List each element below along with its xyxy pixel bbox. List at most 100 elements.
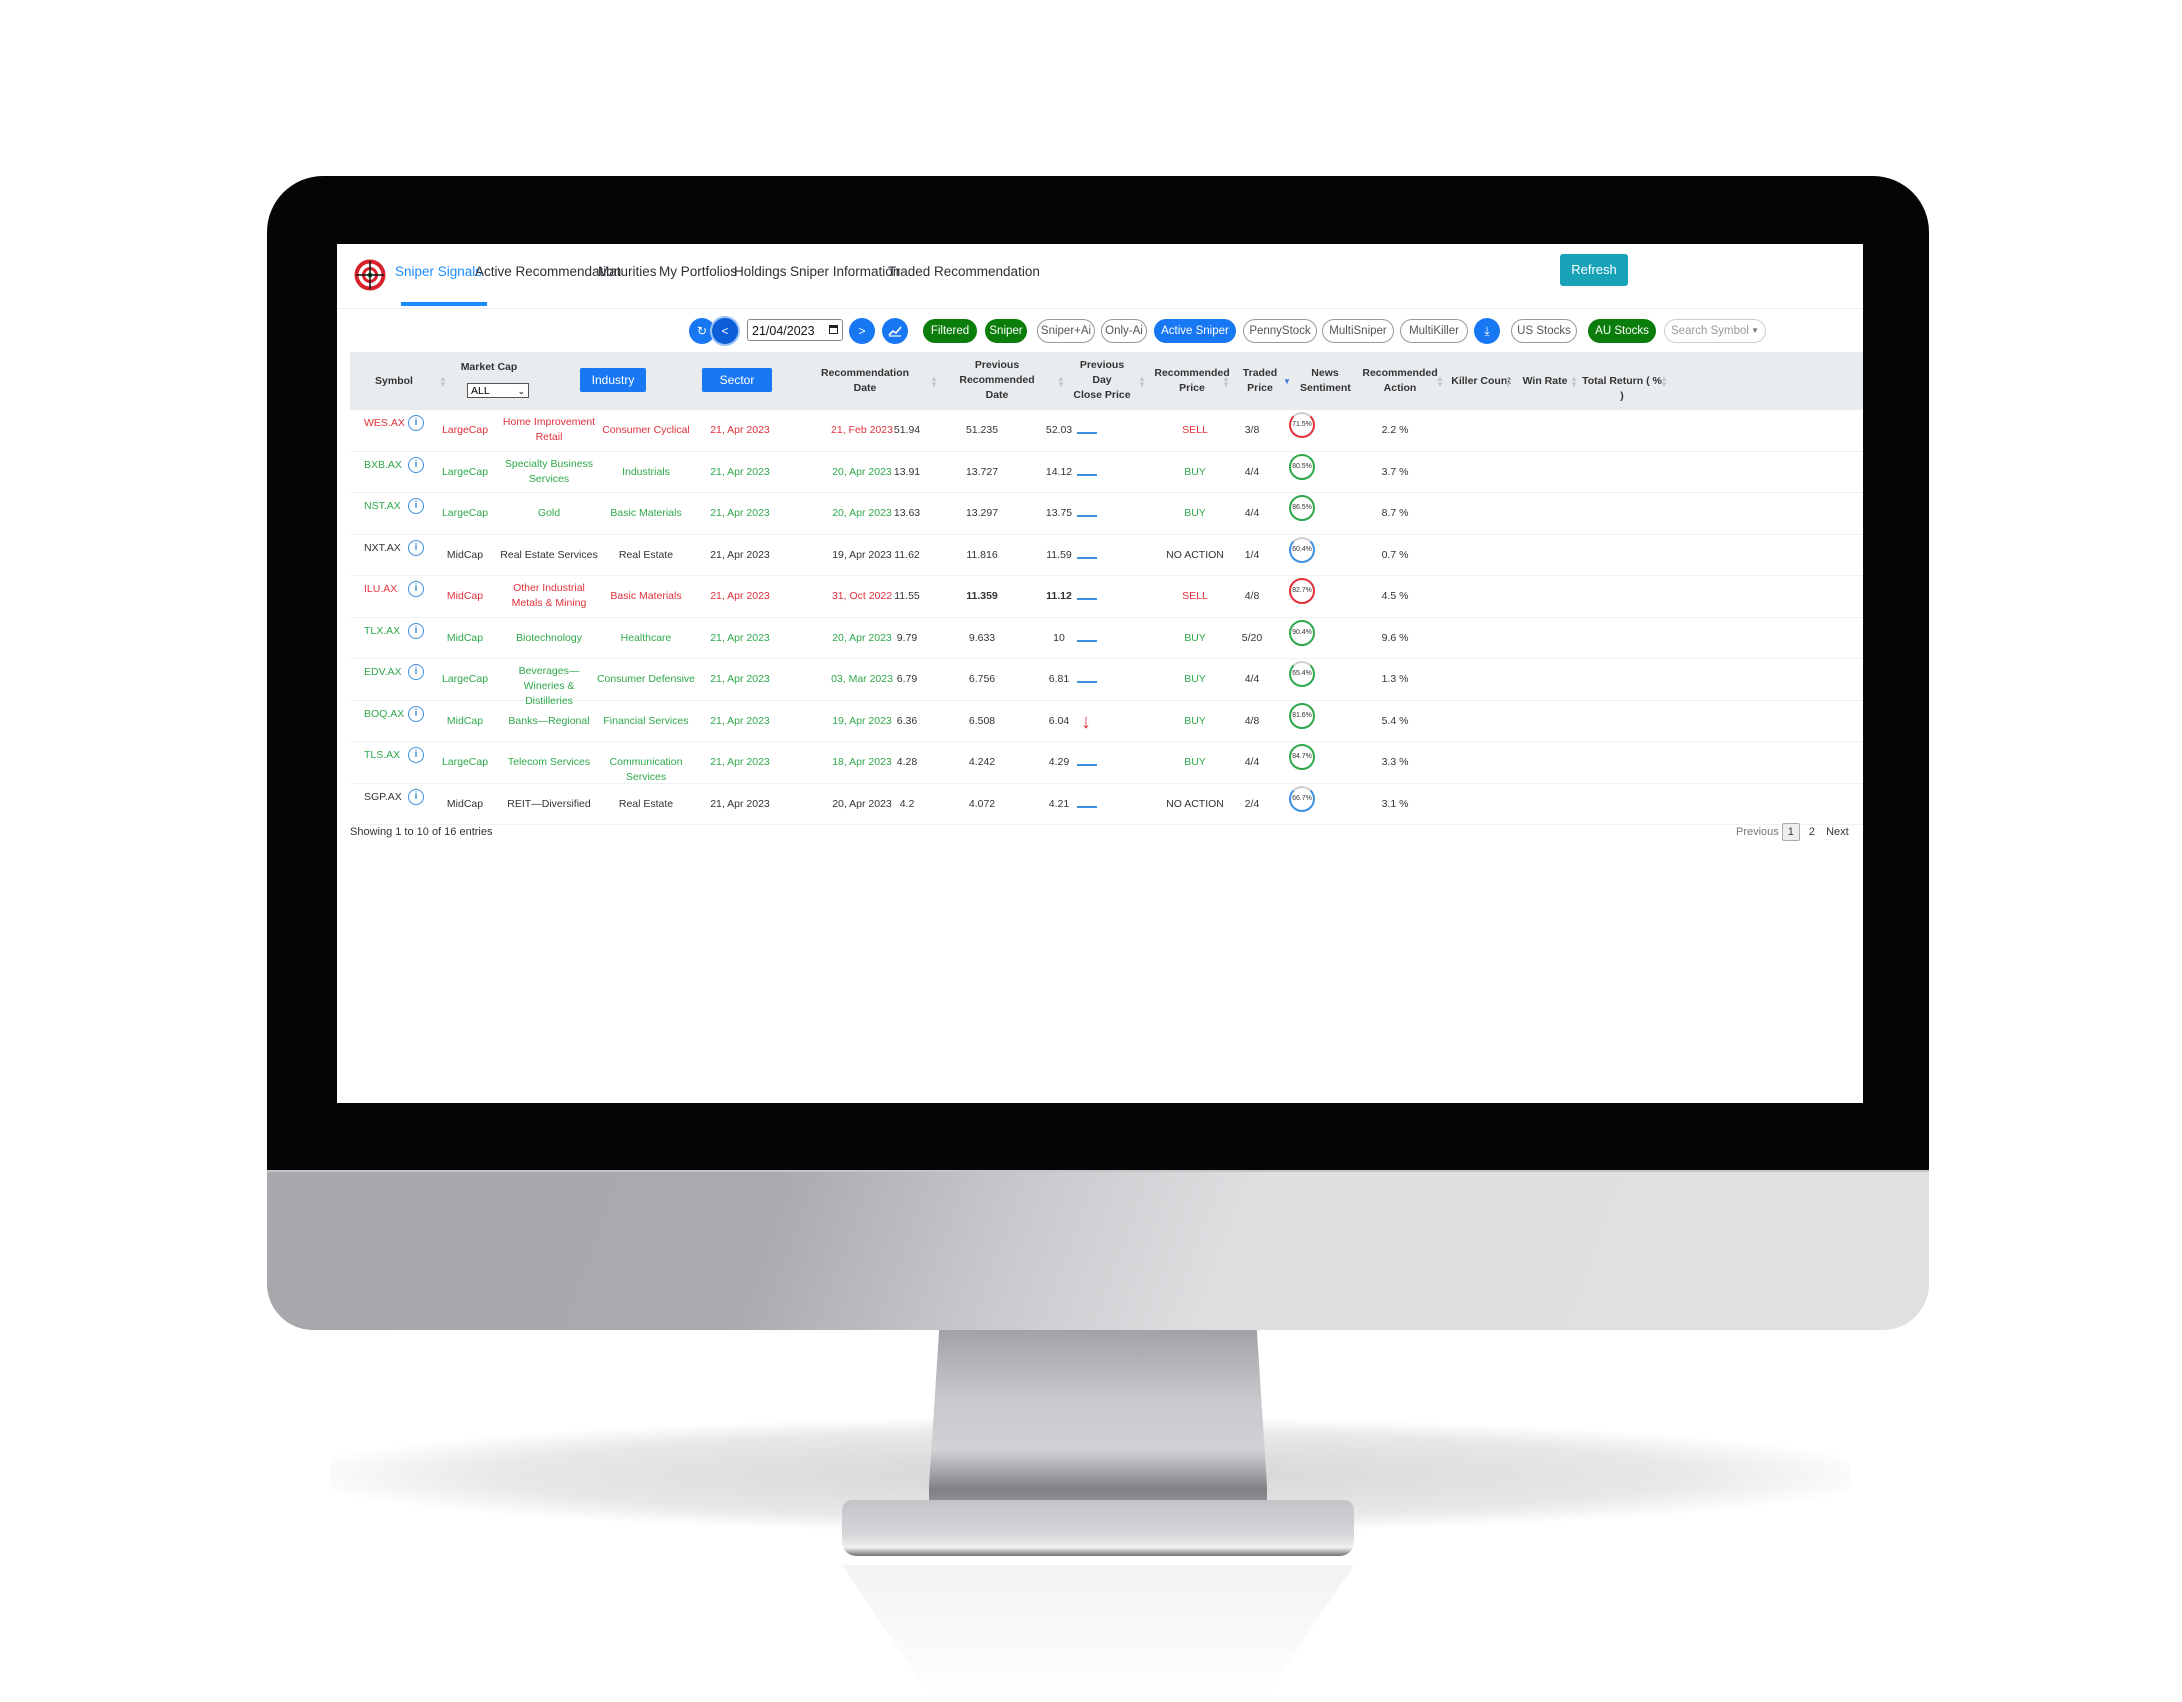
filter-only-ai[interactable]: Only-Ai [1101, 319, 1147, 343]
sort-icon[interactable]: ▲ ▼ [1138, 375, 1146, 389]
header-symbol[interactable]: Symbol [374, 374, 414, 389]
info-icon[interactable]: i [408, 622, 424, 639]
header-traded-price[interactable]: Traded Price [1238, 366, 1282, 396]
next-date-button[interactable]: > [849, 318, 875, 344]
pagination-page-2[interactable]: 2 [1809, 826, 1815, 838]
sector: Financial Services [603, 714, 689, 727]
filter-sniper[interactable]: Sniper [985, 319, 1027, 343]
refresh-button[interactable]: Refresh [1560, 254, 1628, 286]
symbol-link[interactable]: TLX.AX [364, 624, 410, 639]
nav-maturities[interactable]: Maturities [598, 264, 657, 279]
market-cap: MidCap [446, 714, 484, 727]
info-icon[interactable]: i [408, 664, 424, 680]
sort-desc-icon[interactable]: ▼ [1283, 378, 1291, 386]
info-icon[interactable]: i [408, 747, 424, 763]
date-input[interactable]: 21/04/2023 [747, 319, 843, 341]
table-row[interactable]: BXB.AX i LargeCap Specialty Business Servic… [350, 452, 1863, 493]
filter-multikiller[interactable]: MultiKiller [1400, 319, 1468, 343]
search-symbol-select[interactable]: Search Symbol ▼ [1664, 319, 1766, 343]
market-cap-select[interactable]: ALL ⌄ [467, 383, 529, 398]
nav-sniper-signals[interactable]: Sniper Signals [395, 264, 482, 279]
symbol-link[interactable]: NST.AX [364, 499, 410, 514]
industry-filter-button[interactable]: Industry [580, 368, 646, 392]
table-row[interactable]: ILU.AX i MidCap Other Industrial Metals & M… [350, 576, 1863, 618]
info-icon[interactable]: i [408, 581, 424, 597]
table-row[interactable]: TLS.AX i LargeCap Telecom Services Communica… [350, 742, 1863, 784]
info-icon[interactable]: i [408, 415, 424, 431]
symbol-link[interactable]: NXT.AX [364, 541, 410, 556]
table-row[interactable]: TLX.AX i MidCap Biotechnology Healthcare 21, … [350, 618, 1863, 659]
news-negative-arrow-icon: ↓ [1081, 710, 1091, 733]
info-icon[interactable]: i [408, 539, 424, 556]
header-rec-action[interactable]: Recommended Action [1360, 366, 1440, 396]
pagination-page-1[interactable]: 1 [1781, 823, 1800, 841]
killer-count: 4/4 [1244, 673, 1260, 685]
sector-filter-button[interactable]: Sector [702, 368, 772, 392]
nav-sniper-information[interactable]: Sniper Information [790, 264, 900, 279]
filter-filtered[interactable]: Filtered [923, 319, 977, 343]
symbol-link[interactable]: BOQ.AX [364, 707, 410, 722]
filter-au-stocks[interactable]: AU Stocks [1588, 319, 1656, 343]
filter-sniper-ai[interactable]: Sniper+Ai [1037, 319, 1095, 343]
nav-traded-recommendation[interactable]: Traded Recommendation [888, 264, 1040, 279]
sort-icon[interactable]: ▲ ▼ [1504, 375, 1512, 389]
table-row[interactable]: NST.AX i LargeCap Gold Basic Materials 21, Ap… [350, 493, 1863, 535]
sort-icon[interactable]: ▲ ▼ [439, 375, 447, 389]
header-total-return[interactable]: Total Return ( % ) [1582, 374, 1662, 404]
killer-count: 2/4 [1244, 797, 1260, 810]
traded-price: 11.59 [1046, 548, 1072, 561]
table-row[interactable]: BOQ.AX i MidCap Banks—Regional Financial Ser… [350, 701, 1863, 742]
pagination-next[interactable]: Next [1826, 826, 1849, 838]
symbol-link[interactable]: SGP.AX [364, 790, 410, 805]
table-row[interactable]: EDV.AX i LargeCap Beverages—Wineries & Dist… [350, 659, 1863, 707]
symbol-link[interactable]: EDV.AX [364, 665, 410, 680]
table-row[interactable]: NXT.AX i MidCap Real Estate Services Real Es… [350, 535, 1863, 576]
market-cap: MidCap [446, 548, 484, 561]
sort-icon[interactable]: ▲ ▼ [1436, 375, 1444, 389]
previous-date-button[interactable]: < [712, 318, 738, 344]
sort-icon[interactable]: ▲ ▼ [1057, 375, 1065, 389]
news-neutral-dash-icon [1077, 639, 1097, 642]
sort-icon[interactable]: ▲ ▼ [930, 375, 938, 389]
filter-us-stocks[interactable]: US Stocks [1511, 319, 1577, 343]
header-killer-count[interactable]: Killer Count [1450, 374, 1512, 389]
symbol-link[interactable]: ILU.AX [364, 582, 410, 597]
filter-pennystock[interactable]: PennyStock [1243, 319, 1317, 343]
symbol-link[interactable]: BXB.AX [364, 458, 410, 473]
industry: Banks—Regional [508, 714, 590, 727]
info-icon[interactable]: i [408, 498, 424, 514]
date-value: 21/04/2023 [752, 324, 815, 338]
pagination-previous[interactable]: Previous [1736, 826, 1779, 838]
filter-active-sniper[interactable]: Active Sniper [1154, 319, 1236, 343]
header-rec-date[interactable]: Recommendation Date [810, 366, 920, 396]
chevron-down-icon: ▼ [1751, 326, 1759, 335]
symbol-link[interactable]: WES.AX [364, 416, 410, 431]
chart-button[interactable] [882, 318, 908, 344]
nav-holdings[interactable]: Holdings [734, 264, 787, 279]
win-rate-ring: 65.4% [1289, 661, 1315, 687]
info-icon[interactable]: i [408, 705, 424, 722]
table-row[interactable]: WES.AX i LargeCap Home Improvement Retail Co… [350, 410, 1863, 452]
table-row[interactable]: SGP.AX i MidCap REIT—Diversified Real Estate… [350, 784, 1863, 825]
filter-multisniper[interactable]: MultiSniper [1322, 319, 1394, 343]
header-prev-close[interactable]: Previous Day Close Price [1067, 358, 1137, 403]
sort-icon[interactable]: ▲ ▼ [1570, 375, 1578, 389]
market-cap: LargeCap [441, 465, 489, 478]
symbol-link[interactable]: TLS.AX [364, 748, 410, 763]
calendar-icon[interactable] [829, 325, 838, 334]
download-button[interactable]: ⤓ [1474, 318, 1500, 344]
sort-icon[interactable]: ▲ ▼ [1222, 375, 1230, 389]
header-prev-rec-date[interactable]: Previous Recommended Date [947, 358, 1047, 403]
killer-count: 3/8 [1244, 424, 1260, 436]
monitor-stand-base [842, 1500, 1354, 1556]
total-return: 5.4 % [1381, 714, 1409, 727]
industry: REIT—Diversified [507, 797, 591, 810]
info-icon[interactable]: i [408, 456, 424, 473]
sort-icon[interactable]: ▲ ▼ [1660, 375, 1668, 389]
traded-price: 10 [1053, 631, 1065, 644]
info-icon[interactable]: i [408, 788, 424, 805]
header-win-rate[interactable]: Win Rate [1520, 374, 1570, 389]
nav-my-portfolios[interactable]: My Portfolios [659, 264, 737, 279]
traded-price: 4.29 [1048, 756, 1070, 768]
recommendation-date: 21, Apr 2023 [710, 756, 770, 768]
